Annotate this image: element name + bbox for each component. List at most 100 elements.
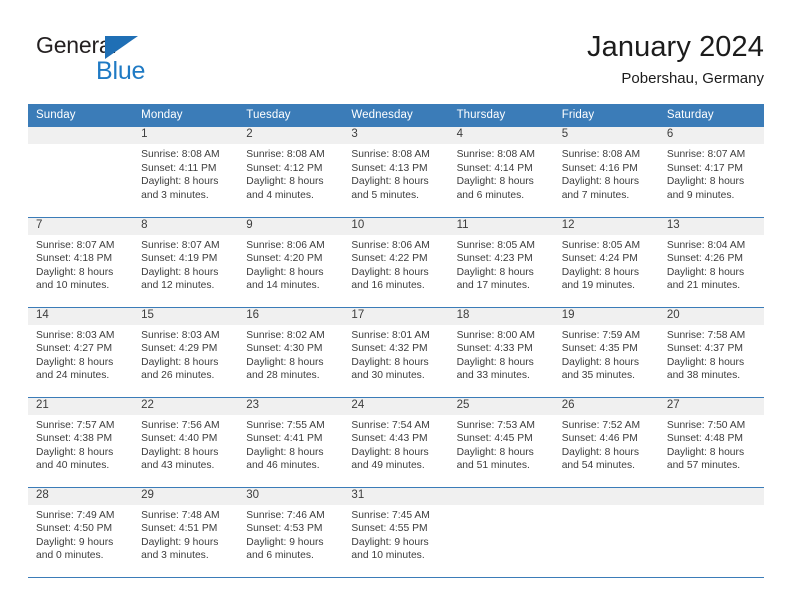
daylight-line-1: Daylight: 8 hours: [246, 446, 324, 458]
calendar-day-cell[interactable]: 28 Sunrise: 7:49 AM Sunset: 4:50 PM Dayligh…: [28, 487, 134, 578]
weekday-header-thursday: Thursday: [448, 104, 554, 127]
sun-info-block: Sunrise: 7:53 AM Sunset: 4:45 PM Daylight:…: [449, 415, 554, 473]
weekday-header-row: Sunday Monday Tuesday Wednesday Thursday Frid…: [28, 104, 764, 127]
sunrise-line: Sunrise: 8:06 AM: [246, 239, 325, 251]
daylight-line-2: and 33 minutes.: [456, 370, 530, 381]
calendar-day-cell[interactable]: 4 Sunrise: 8:08 AM Sunset: 4:14 PM Daylight…: [448, 127, 554, 218]
day-number: 11: [448, 217, 554, 235]
calendar-day-cell[interactable]: 14 Sunrise: 8:03 AM Sunset: 4:27 PM Dayligh…: [28, 307, 134, 398]
daylight-line-2: and 3 minutes.: [141, 189, 209, 201]
day-number: 6: [658, 127, 764, 144]
calendar-day-cell[interactable]: 11 Sunrise: 8:05 AM Sunset: 4:23 PM Dayligh…: [448, 217, 554, 308]
calendar-grid: Sunday Monday Tuesday Wednesday Thursday Frid…: [28, 104, 764, 578]
sun-info-block: Sunrise: 8:08 AM Sunset: 4:16 PM Daylight:…: [554, 144, 659, 202]
day-number: 12: [553, 217, 659, 235]
daylight-line-1: Daylight: 9 hours: [246, 536, 324, 548]
sunset-line: Sunset: 4:13 PM: [351, 162, 428, 174]
day-number: 26: [553, 397, 659, 415]
calendar-day-cell[interactable]: 17 Sunrise: 8:01 AM Sunset: 4:32 PM Dayligh…: [343, 307, 449, 398]
daylight-line-1: Daylight: 9 hours: [141, 536, 219, 548]
calendar-day-cell[interactable]: 27 Sunrise: 7:50 AM Sunset: 4:48 PM Dayligh…: [658, 397, 764, 488]
calendar-day-cell[interactable]: 5 Sunrise: 8:08 AM Sunset: 4:16 PM Daylight…: [553, 127, 659, 218]
sun-info-block: Sunrise: 8:07 AM Sunset: 4:19 PM Daylight:…: [133, 235, 238, 293]
weekday-header-friday: Friday: [553, 104, 659, 127]
calendar-week-row: 7 Sunrise: 8:07 AM Sunset: 4:18 PM Daylight…: [28, 217, 764, 308]
sunset-line: Sunset: 4:51 PM: [141, 523, 218, 534]
sunrise-line: Sunrise: 8:03 AM: [36, 329, 115, 341]
calendar-day-cell[interactable]: 29 Sunrise: 7:48 AM Sunset: 4:51 PM Dayligh…: [133, 487, 239, 578]
daylight-line-1: Daylight: 8 hours: [141, 176, 219, 187]
page-subtitle: Pobershau, Germany: [621, 70, 764, 87]
weekday-header-wednesday: Wednesday: [343, 104, 449, 127]
daylight-line-2: and 10 minutes.: [36, 280, 110, 291]
title-block: January 2024 Pobershau, Germany: [587, 28, 764, 90]
daylight-line-1: Daylight: 8 hours: [666, 266, 745, 278]
sun-info-block: Sunrise: 8:04 AM Sunset: 4:26 PM Daylight:…: [659, 235, 764, 293]
sunrise-line: Sunrise: 7:52 AM: [561, 419, 641, 431]
sun-info-block: Sunrise: 8:07 AM Sunset: 4:17 PM Daylight:…: [659, 144, 764, 202]
daylight-line-2: and 30 minutes.: [351, 370, 425, 381]
calendar-page: General Blue January 2024 Pobershau, Ger…: [0, 0, 792, 612]
daylight-line-1: Daylight: 8 hours: [666, 446, 745, 458]
day-number: 25: [448, 397, 554, 415]
calendar-day-cell[interactable]: 3 Sunrise: 8:08 AM Sunset: 4:13 PM Daylight…: [343, 127, 449, 218]
sunset-line: Sunset: 4:12 PM: [246, 162, 323, 174]
daylight-line-2: and 0 minutes.: [36, 550, 104, 561]
sunrise-line: Sunrise: 8:05 AM: [561, 239, 641, 251]
calendar-day-cell[interactable]: 10 Sunrise: 8:06 AM Sunset: 4:22 PM Dayligh…: [343, 217, 449, 308]
calendar-day-cell[interactable]: 21 Sunrise: 7:57 AM Sunset: 4:38 PM Dayligh…: [28, 397, 134, 488]
daylight-line-2: and 6 minutes.: [456, 189, 525, 201]
daylight-line-2: and 9 minutes.: [666, 189, 735, 201]
calendar-day-cell[interactable]: 1 Sunrise: 8:08 AM Sunset: 4:11 PM Daylight…: [133, 127, 239, 218]
daylight-line-2: and 10 minutes.: [351, 550, 425, 561]
day-number: 29: [133, 487, 239, 505]
calendar-day-cell[interactable]: 24 Sunrise: 7:54 AM Sunset: 4:43 PM Dayligh…: [343, 397, 449, 488]
calendar-day-cell[interactable]: 12 Sunrise: 8:05 AM Sunset: 4:24 PM Dayligh…: [553, 217, 659, 308]
calendar-day-cell[interactable]: 13 Sunrise: 8:04 AM Sunset: 4:26 PM Dayligh…: [658, 217, 764, 308]
weekday-header-tuesday: Tuesday: [238, 104, 344, 127]
calendar-day-cell[interactable]: 7 Sunrise: 8:07 AM Sunset: 4:18 PM Daylight…: [28, 217, 134, 308]
daylight-line-1: Daylight: 8 hours: [246, 266, 324, 278]
calendar-day-cell[interactable]: 16 Sunrise: 8:02 AM Sunset: 4:30 PM Dayligh…: [238, 307, 344, 398]
sunrise-line: Sunrise: 8:02 AM: [246, 329, 325, 341]
daylight-line-2: and 28 minutes.: [246, 370, 320, 381]
sunset-line: Sunset: 4:19 PM: [141, 253, 218, 264]
sunset-line: Sunset: 4:40 PM: [141, 433, 218, 444]
calendar-day-cell[interactable]: 6 Sunrise: 8:07 AM Sunset: 4:17 PM Daylight…: [658, 127, 764, 218]
day-number: 9: [238, 217, 344, 235]
calendar-day-cell[interactable]: 26 Sunrise: 7:52 AM Sunset: 4:46 PM Dayligh…: [553, 397, 659, 488]
day-number: 16: [238, 307, 344, 325]
calendar-day-cell[interactable]: 18 Sunrise: 8:00 AM Sunset: 4:33 PM Dayligh…: [448, 307, 554, 398]
calendar-day-cell[interactable]: 23 Sunrise: 7:55 AM Sunset: 4:41 PM Dayligh…: [238, 397, 344, 488]
calendar-cell-empty: [553, 487, 659, 578]
calendar-cell-empty: [28, 127, 134, 218]
daylight-line-2: and 6 minutes.: [246, 550, 314, 561]
daylight-line-1: Daylight: 8 hours: [456, 266, 534, 278]
sun-info-block: Sunrise: 8:06 AM Sunset: 4:22 PM Daylight:…: [343, 235, 448, 293]
sunset-line: Sunset: 4:33 PM: [456, 343, 533, 354]
calendar-day-cell[interactable]: 9 Sunrise: 8:06 AM Sunset: 4:20 PM Daylight…: [238, 217, 344, 308]
sunset-line: Sunset: 4:43 PM: [351, 433, 428, 444]
calendar-day-cell[interactable]: 20 Sunrise: 7:58 AM Sunset: 4:37 PM Dayligh…: [658, 307, 764, 398]
calendar-day-cell[interactable]: 25 Sunrise: 7:53 AM Sunset: 4:45 PM Dayligh…: [448, 397, 554, 488]
calendar-day-cell[interactable]: 22 Sunrise: 7:56 AM Sunset: 4:40 PM Dayligh…: [133, 397, 239, 488]
daylight-line-1: Daylight: 8 hours: [141, 446, 219, 458]
daylight-line-2: and 17 minutes.: [456, 280, 530, 291]
sun-info-block: Sunrise: 7:50 AM Sunset: 4:48 PM Daylight:…: [659, 415, 764, 473]
sun-info-block: Sunrise: 8:05 AM Sunset: 4:23 PM Daylight:…: [449, 235, 554, 293]
daylight-line-1: Daylight: 8 hours: [456, 356, 534, 368]
sunrise-line: Sunrise: 8:08 AM: [561, 149, 641, 160]
calendar-day-cell[interactable]: 8 Sunrise: 8:07 AM Sunset: 4:19 PM Daylight…: [133, 217, 239, 308]
calendar-day-cell[interactable]: 19 Sunrise: 7:59 AM Sunset: 4:35 PM Dayligh…: [553, 307, 659, 398]
calendar-day-cell[interactable]: 15 Sunrise: 8:03 AM Sunset: 4:29 PM Dayligh…: [133, 307, 239, 398]
calendar-week-row: 28 Sunrise: 7:49 AM Sunset: 4:50 PM Dayligh…: [28, 487, 764, 578]
general-blue-logo[interactable]: General Blue: [36, 32, 176, 92]
sunrise-line: Sunrise: 8:08 AM: [246, 149, 325, 160]
sunset-line: Sunset: 4:30 PM: [246, 343, 323, 354]
calendar-day-cell[interactable]: 31 Sunrise: 7:45 AM Sunset: 4:55 PM Dayligh…: [343, 487, 449, 578]
sunrise-line: Sunrise: 7:53 AM: [456, 419, 535, 431]
day-number: 17: [343, 307, 449, 325]
calendar-day-cell[interactable]: 2 Sunrise: 8:08 AM Sunset: 4:12 PM Daylight…: [238, 127, 344, 218]
calendar-day-cell[interactable]: 30 Sunrise: 7:46 AM Sunset: 4:53 PM Dayligh…: [238, 487, 344, 578]
sunset-line: Sunset: 4:37 PM: [666, 343, 743, 354]
